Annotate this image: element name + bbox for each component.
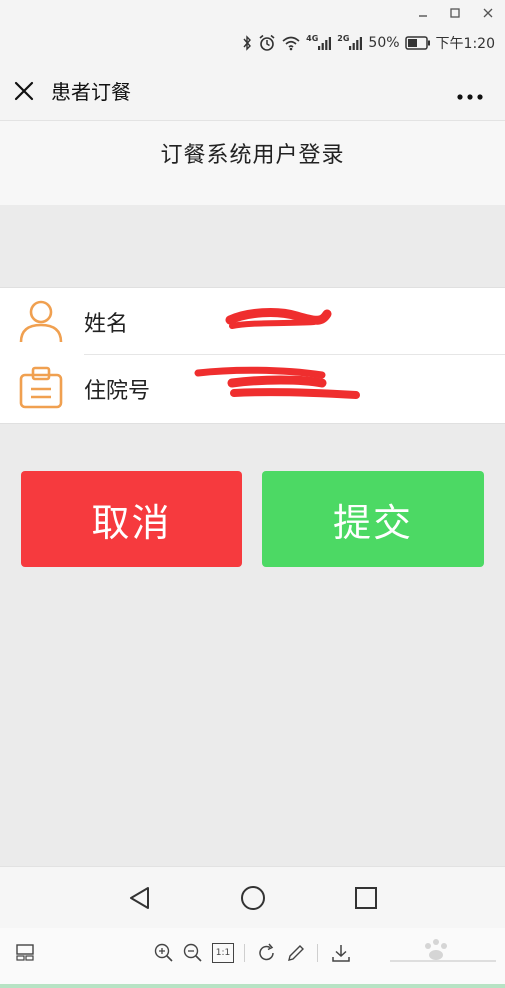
signal-icon: [318, 37, 332, 50]
page-title: 订餐系统用户登录: [160, 143, 345, 168]
recent-apps-icon[interactable]: [352, 884, 380, 912]
close-icon[interactable]: [13, 80, 35, 102]
toolbar-separator: [244, 944, 245, 962]
hospital-number-label: 住院号: [84, 379, 151, 404]
login-form: 姓名 住院号: [0, 287, 505, 424]
redaction-mark: [194, 366, 360, 399]
minimize-icon[interactable]: [414, 4, 432, 22]
zoom-out-icon[interactable]: [182, 942, 204, 964]
navigation-bar: [0, 866, 505, 929]
home-icon[interactable]: [239, 884, 267, 912]
clock-time: 下午1:20: [435, 36, 495, 52]
status-bar: 4G 2G 50% 下午1:20: [0, 26, 505, 60]
zoom-in-icon[interactable]: [153, 942, 175, 964]
signal-4g: 4G: [306, 35, 332, 51]
viewer-toolbar: 1:1: [0, 928, 505, 984]
baidu-paw-watermark-icon: [390, 939, 496, 962]
header-title: 患者订餐: [51, 80, 131, 104]
name-row[interactable]: 姓名: [0, 288, 505, 355]
more-options-icon[interactable]: [457, 86, 483, 100]
submit-button[interactable]: 提交: [262, 471, 484, 567]
cancel-button[interactable]: 取消: [21, 471, 242, 567]
battery-icon: [404, 36, 431, 50]
bottom-accent-line: [0, 984, 505, 988]
name-label: 姓名: [84, 312, 129, 337]
alarm-icon: [258, 34, 276, 52]
redaction-mark: [225, 308, 332, 329]
window-close-icon[interactable]: [479, 4, 497, 22]
bluetooth-icon: [241, 35, 253, 51]
signal-icon: [349, 37, 363, 50]
signal-2g: 2G: [337, 35, 363, 51]
wifi-icon: [281, 35, 301, 51]
rotate-icon[interactable]: [256, 942, 278, 964]
download-icon[interactable]: [330, 942, 352, 964]
toolbar-separator: [317, 944, 318, 962]
user-icon: [18, 298, 64, 344]
maximize-icon[interactable]: [446, 4, 464, 22]
actual-size-button[interactable]: 1:1: [212, 943, 234, 963]
page-title-bar: 订餐系统用户登录: [0, 120, 505, 205]
edit-pencil-icon[interactable]: [285, 942, 307, 964]
network-type-1: 4G: [306, 34, 319, 43]
badge-icon: [18, 365, 64, 411]
window-titlebar: [0, 0, 505, 26]
network-type-2: 2G: [337, 34, 350, 43]
battery-percent: 50%: [368, 35, 400, 51]
hospital-number-row[interactable]: 住院号: [0, 355, 505, 422]
app-header: 患者订餐: [0, 60, 505, 120]
back-icon[interactable]: [126, 884, 154, 912]
thumbnail-icon[interactable]: [15, 942, 37, 964]
